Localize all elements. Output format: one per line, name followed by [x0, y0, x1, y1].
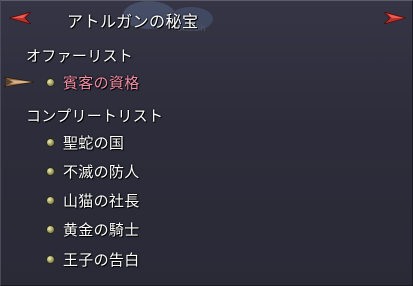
quest-item-ouji[interactable]: 王子の告白 [46, 248, 140, 270]
orb-bullet-icon [46, 254, 55, 264]
quest-item-ougon[interactable]: 黄金の騎士 [46, 218, 140, 240]
quest-item-label: 賓客の資格 [63, 73, 140, 92]
quest-item-label: 聖蛇の国 [63, 133, 125, 152]
quest-item-hinkaku[interactable]: 賓客の資格 [46, 71, 140, 93]
quest-log-window: 9m 5h アトルガンの秘宝 オファーリスト 賓客の資格 コンプリートリスト 聖… [0, 0, 413, 286]
orb-bullet-icon [46, 137, 55, 147]
offer-list-header: オファーリスト [26, 47, 134, 65]
orb-bullet-icon [46, 195, 55, 205]
pointer-hand-cursor-icon [4, 76, 35, 88]
window-titlebar: 9m 5h アトルガンの秘宝 [1, 1, 413, 37]
quest-item-label: 不滅の防人 [63, 162, 140, 181]
right-arrow-icon[interactable] [384, 12, 406, 24]
quest-item-label: 王子の告白 [63, 250, 140, 269]
orb-bullet-icon [46, 224, 55, 234]
window-title: アトルガンの秘宝 [67, 12, 199, 31]
quest-item-fumetsu[interactable]: 不滅の防人 [46, 160, 140, 182]
orb-bullet-icon [46, 77, 55, 87]
orb-bullet-icon [46, 166, 55, 176]
quest-item-label: 黄金の騎士 [63, 220, 140, 239]
left-arrow-icon[interactable] [9, 12, 31, 24]
quest-item-yamaneko[interactable]: 山猫の社長 [46, 189, 140, 211]
complete-list-header: コンプリートリスト [26, 107, 164, 125]
quest-item-seija[interactable]: 聖蛇の国 [46, 131, 124, 153]
quest-item-label: 山猫の社長 [63, 191, 140, 210]
